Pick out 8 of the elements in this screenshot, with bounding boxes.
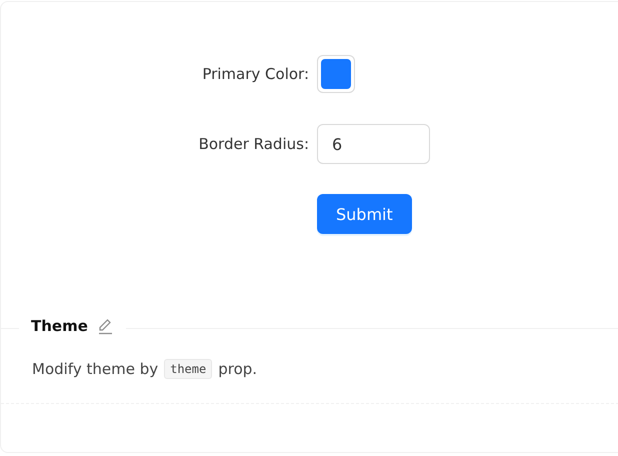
field-label: Primary Color: (201, 65, 310, 83)
inline-code: theme (164, 359, 212, 379)
description-text: Modify theme by (32, 360, 158, 378)
description-text: prop. (218, 360, 258, 378)
input-field[interactable]: 6 (317, 124, 430, 164)
section-title: Theme (31, 317, 88, 335)
field-label: Border Radius: (198, 135, 310, 153)
submit-button[interactable]: Submit (317, 194, 412, 234)
